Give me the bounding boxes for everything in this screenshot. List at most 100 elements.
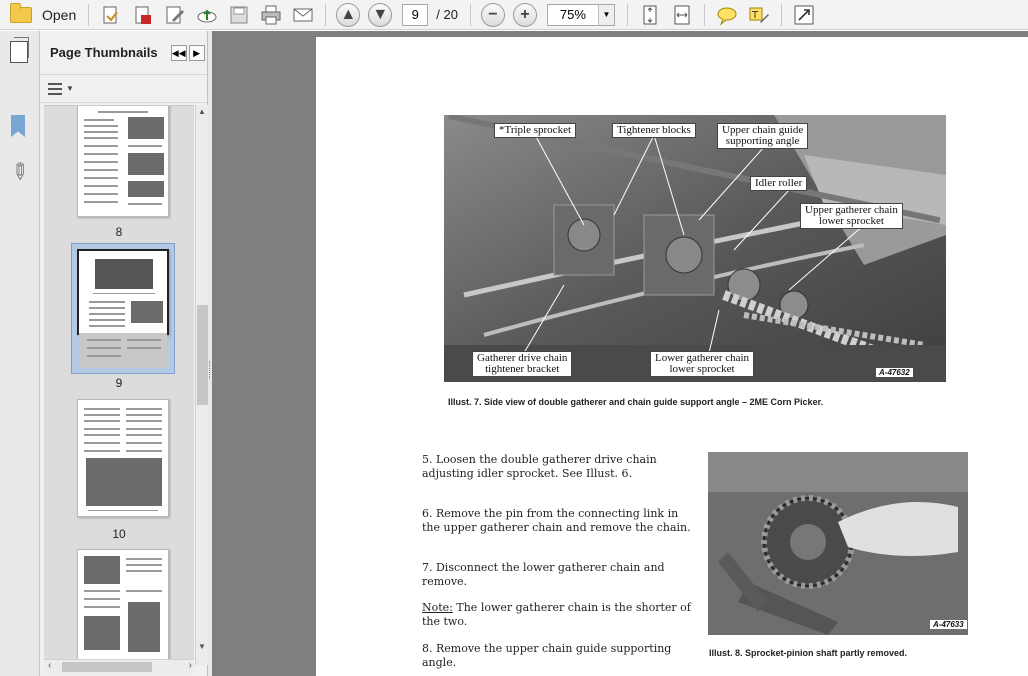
export-pdf-button[interactable] (130, 2, 156, 28)
expand-icon (794, 5, 814, 24)
thumbnail-vertical-scrollbar[interactable]: ▲ ▼ (195, 105, 208, 665)
callout-upper-gatherer-chain: Upper gatherer chain lower sprocket (800, 203, 903, 229)
zoom-value: 75% (559, 7, 586, 22)
toolbar-separator (780, 3, 782, 26)
thumbnail-page-9-lower (79, 333, 167, 368)
thumbnail-panel: Page Thumbnails ◀◀ ▶ ▼ 8 9 10 ▲ ▼ ‹ › (40, 31, 208, 676)
page-number-input[interactable]: 9 (402, 3, 429, 26)
fit-page-button[interactable] (637, 2, 663, 28)
thumbnail-page-9[interactable] (77, 249, 169, 335)
scroll-right-icon[interactable]: › (189, 660, 192, 671)
step-8: 8. Remove the upper chain guide supporti… (422, 642, 672, 669)
scroll-up-icon[interactable]: ▲ (198, 107, 206, 116)
thumbnail-page-11[interactable] (77, 549, 169, 664)
sprocket-pinion-photo (708, 452, 968, 635)
fullscreen-button[interactable] (791, 2, 817, 28)
open-label: Open (42, 6, 77, 23)
scroll-down-icon[interactable]: ▼ (198, 642, 206, 651)
paperclip-icon[interactable]: ✎ (4, 156, 35, 187)
note-label: Note: (422, 601, 453, 614)
panel-header: Page Thumbnails ◀◀ ▶ (40, 31, 207, 75)
illustration-8-caption: Illust. 8. Sprocket-pinion shaft partly … (709, 648, 908, 658)
scroll-left-icon[interactable]: ‹ (48, 660, 51, 671)
bookmark-icon[interactable] (11, 115, 25, 137)
arrow-up-icon: ▲ (340, 5, 357, 23)
callout-upper-chain-guide: Upper chain guide supporting angle (717, 123, 809, 149)
thumbnail-label: 8 (115, 225, 123, 239)
toolbar-separator (88, 3, 90, 26)
open-button[interactable]: Open (4, 2, 82, 28)
fit-page-icon (643, 5, 657, 24)
svg-text:T: T (751, 10, 759, 21)
corn-picker-photo (444, 115, 946, 382)
photo-reference-tag: A-47633 (930, 620, 967, 629)
photo-reference-tag: A-47632 (876, 368, 913, 377)
comment-button[interactable] (714, 2, 740, 28)
illustration-7-photo: *Triple sprocket Tightener blocks Upper … (444, 115, 946, 382)
illustration-7-caption: Illust. 7. Side view of double gatherer … (448, 397, 824, 407)
save-icon (230, 6, 248, 23)
next-page-button[interactable]: ▼ (368, 2, 393, 27)
upload-cloud-button[interactable] (194, 2, 220, 28)
toolbar-separator (469, 3, 471, 26)
email-button[interactable] (290, 2, 316, 28)
callout-lower-gatherer-chain: Lower gatherer chain lower sprocket (650, 351, 755, 377)
pdf-export-icon (135, 6, 152, 24)
main-toolbar: Open ▲ ▼ 9 / 20 − + 75% ▼ T (0, 0, 1028, 30)
options-list-icon (48, 82, 62, 95)
fit-width-button[interactable] (669, 2, 695, 28)
expand-panel-button[interactable]: ▶ (188, 44, 205, 61)
toolbar-separator (325, 3, 327, 26)
callout-tightener-blocks: Tightener blocks (612, 123, 696, 138)
callout-triple-sprocket: *Triple sprocket (494, 123, 577, 138)
callout-gatherer-drive-bracket: Gatherer drive chain tightener bracket (472, 351, 573, 377)
minus-icon: − (488, 5, 498, 23)
callout-idler-roller: Idler roller (750, 176, 808, 191)
chevron-down-icon: ▼ (66, 84, 74, 93)
previous-page-button[interactable]: ▲ (336, 2, 361, 27)
zoom-select[interactable]: 75% ▼ (546, 3, 615, 26)
save-button[interactable] (226, 2, 252, 28)
create-pdf-button[interactable] (98, 2, 124, 28)
toolbar-separator (703, 3, 705, 26)
printer-icon (261, 5, 281, 24)
edit-icon (166, 6, 185, 23)
print-button[interactable] (258, 2, 284, 28)
zoom-out-button[interactable]: − (480, 2, 505, 27)
navigation-rail: ✎ (0, 31, 40, 676)
highlight-text-icon: T (749, 7, 769, 23)
page-thumbnails-icon[interactable] (10, 37, 29, 63)
document-page: *Triple sprocket Tightener blocks Upper … (316, 37, 1028, 676)
fit-width-icon (674, 5, 690, 24)
chevron-down-icon[interactable]: ▼ (597, 4, 614, 25)
step-5: 5. Loosen the double gatherer drive chai… (422, 453, 657, 480)
thumbnail-label: 9 (115, 376, 123, 390)
plus-icon: + (520, 5, 530, 23)
create-pdf-icon (103, 6, 119, 23)
scrollbar-thumb[interactable] (62, 662, 152, 672)
illustration-8-photo: A-47633 (708, 452, 968, 635)
comment-icon (717, 7, 737, 26)
toolbar-separator (626, 3, 628, 26)
note-paragraph: Note: The lower gatherer chain is the sh… (422, 601, 692, 629)
splitter-grip[interactable] (209, 361, 211, 379)
edit-pdf-button[interactable] (162, 2, 188, 28)
collapse-panel-button[interactable]: ◀◀ (170, 44, 187, 61)
document-viewport[interactable]: *Triple sprocket Tightener blocks Upper … (212, 31, 1028, 676)
note-text: The lower gatherer chain is the shorter … (422, 601, 691, 628)
arrow-down-icon: ▼ (372, 5, 389, 23)
step-6: 6. Remove the pin from the connecting li… (422, 507, 691, 534)
zoom-in-button[interactable]: + (512, 2, 537, 27)
thumbnail-list[interactable]: 8 9 10 (44, 105, 194, 665)
thumbnail-page-10[interactable] (77, 399, 169, 517)
thumbnail-label: 10 (112, 527, 126, 541)
thumbnail-horizontal-scrollbar[interactable]: ‹ › (44, 659, 194, 674)
double-chevron-left-icon: ◀◀ (171, 47, 186, 58)
thumbnail-options-button[interactable]: ▼ (40, 75, 207, 103)
chevron-right-icon: ▶ (193, 47, 201, 58)
step-7: 7. Disconnect the lower gatherer chain a… (422, 561, 665, 588)
thumbnail-page-8[interactable] (77, 106, 169, 217)
scrollbar-thumb[interactable] (197, 305, 208, 405)
envelope-icon (293, 8, 313, 21)
highlight-button[interactable]: T (746, 2, 772, 28)
